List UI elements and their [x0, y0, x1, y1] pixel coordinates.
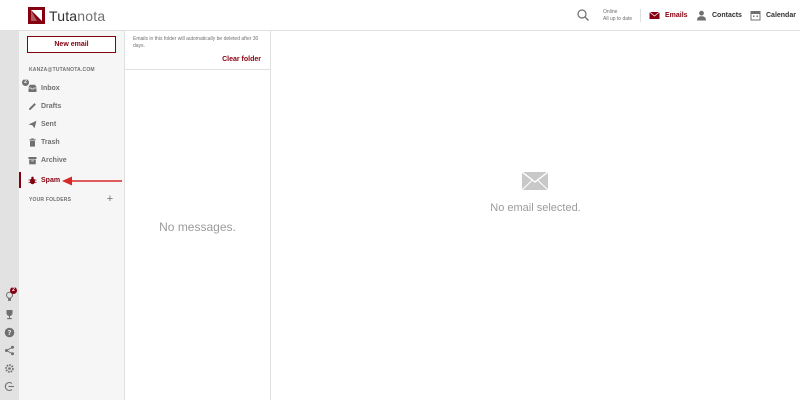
annotation-arrow: [62, 176, 122, 186]
logo-text-suffix: nota: [77, 7, 106, 24]
inbox-icon: [28, 84, 37, 92]
left-rail: 2 ?: [0, 31, 19, 400]
status-sync: All up to date: [603, 16, 633, 22]
folder-drafts-label: Drafts: [41, 102, 62, 110]
mail-list-header: Emails in this folder will automatically…: [125, 31, 270, 70]
folder-inbox[interactable]: Inbox: [19, 80, 124, 96]
account-label: KANZA@TUTANOTA.COM: [29, 67, 95, 73]
mail-list: Emails in this folder will automatically…: [125, 31, 271, 400]
nav-calendar-label: Calendar: [766, 11, 796, 19]
calendar-icon: [750, 10, 761, 20]
nav-contacts-label: Contacts: [712, 11, 742, 19]
logo-text: Tutanota: [49, 8, 105, 24]
empty-list-message: No messages.: [159, 220, 236, 234]
logout-icon[interactable]: [4, 381, 15, 392]
trophy-icon[interactable]: [4, 309, 15, 320]
email-icon: [649, 11, 660, 19]
logo-text-prefix: Tuta: [49, 7, 78, 24]
folder-archive[interactable]: Archive: [19, 152, 124, 168]
settings-icon[interactable]: [4, 363, 15, 374]
folder-trash-label: Trash: [41, 138, 60, 146]
clear-folder-button[interactable]: Clear folder: [222, 56, 261, 63]
folder-spam-label: Spam: [41, 176, 61, 184]
add-folder-button[interactable]: +: [105, 194, 115, 205]
nav-emails-label: Emails: [665, 11, 688, 19]
bug-icon: [28, 176, 37, 184]
folder-archive-label: Archive: [41, 156, 67, 164]
tutanota-logo[interactable]: Tutanota: [28, 7, 105, 24]
folder-sent[interactable]: Sent: [19, 116, 124, 132]
help-icon[interactable]: ?: [4, 327, 15, 338]
svg-text:?: ?: [7, 329, 11, 337]
share-icon[interactable]: [4, 345, 15, 356]
nav-calendar-button[interactable]: Calendar: [750, 8, 796, 22]
your-folders-heading: YOUR FOLDERS: [29, 197, 72, 203]
nav-contacts-button[interactable]: Contacts: [696, 8, 742, 22]
person-icon: [697, 10, 706, 20]
connection-status: Online All up to date: [603, 9, 632, 23]
folder-sent-label: Sent: [41, 120, 57, 128]
search-icon[interactable]: [576, 8, 590, 22]
nav-emails-button[interactable]: Emails: [649, 8, 688, 22]
folder-sidebar: New email KANZA@TUTANOTA.COM 2 Inbox Dra…: [19, 31, 125, 400]
status-online: Online: [603, 9, 618, 15]
no-email-selected-message: No email selected.: [490, 202, 581, 214]
mail-viewer: No email selected.: [271, 31, 800, 400]
app-header: Tutanota Online All up to date Emails Co…: [0, 0, 800, 31]
header-divider: [640, 9, 641, 22]
envelope-icon: [522, 172, 548, 190]
folder-inbox-label: Inbox: [41, 84, 60, 92]
trash-icon: [29, 137, 36, 147]
news-badge: 2: [10, 287, 17, 294]
spam-deletion-notice: Emails in this folder will automatically…: [133, 36, 259, 49]
pencil-icon: [29, 102, 36, 110]
folder-trash[interactable]: Trash: [19, 134, 124, 150]
new-email-button[interactable]: New email: [27, 36, 116, 53]
send-icon: [28, 120, 37, 128]
archive-icon: [28, 156, 37, 164]
tutanota-logo-mark-icon: [28, 7, 45, 24]
folder-drafts[interactable]: Drafts: [19, 98, 124, 114]
